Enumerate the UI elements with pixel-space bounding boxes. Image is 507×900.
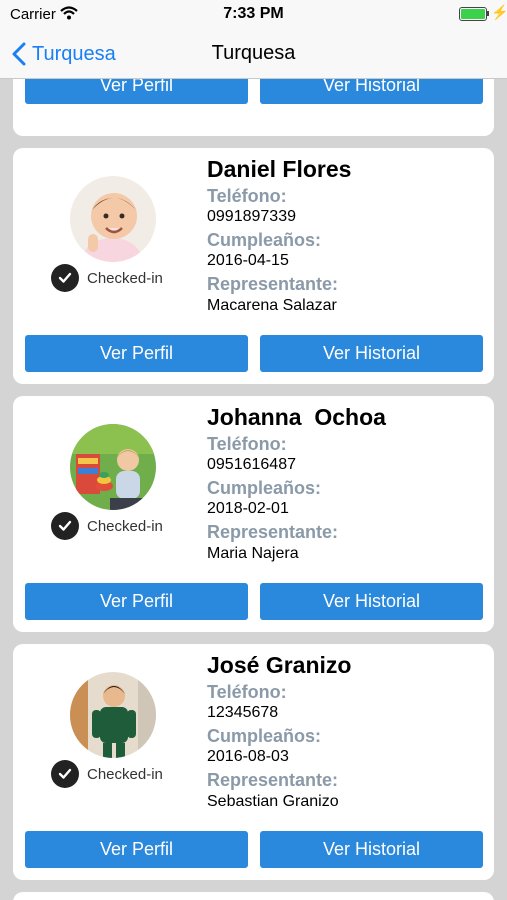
- view-profile-button[interactable]: Ver Perfil: [25, 335, 248, 372]
- student-avatar: [70, 424, 156, 510]
- navigation-bar: Turquesa Turquesa: [0, 30, 507, 79]
- representative-label: Representante:: [207, 274, 339, 294]
- view-history-button[interactable]: Ver Historial: [260, 583, 483, 620]
- view-profile-button[interactable]: Ver Perfil: [25, 583, 248, 620]
- status-bar: Carrier 7:33 PM ⚡: [0, 0, 507, 30]
- checked-in-label: Checked-in: [87, 517, 163, 535]
- battery-nub: [487, 11, 489, 16]
- birthday-label: Cumpleaños:: [207, 726, 322, 746]
- student-avatar: [70, 176, 156, 262]
- student-name: José Granizo: [207, 652, 352, 678]
- view-history-button[interactable]: Ver Historial: [260, 335, 483, 372]
- phone-value: 12345678: [207, 704, 279, 721]
- checkmark-icon: [51, 512, 79, 540]
- checked-in-indicator: Checked-in: [51, 512, 163, 540]
- birthday-label: Cumpleaños:: [207, 230, 322, 250]
- checked-in-indicator: Checked-in: [51, 760, 163, 788]
- student-card-previous: Ver Perfil Ver Historial: [13, 79, 494, 136]
- phone-label: Teléfono:: [207, 434, 287, 454]
- phone-value: 0951616487: [207, 456, 296, 473]
- representative-value: Sebastian Granizo: [207, 793, 339, 810]
- view-history-button[interactable]: Ver Historial: [260, 831, 483, 868]
- birthday-label: Cumpleaños:: [207, 478, 322, 498]
- representative-label: Representante:: [207, 522, 339, 542]
- checked-in-label: Checked-in: [87, 269, 163, 287]
- page-title: Turquesa: [211, 42, 296, 64]
- view-history-button[interactable]: Ver Historial: [260, 79, 483, 104]
- checkmark-icon: [51, 760, 79, 788]
- checkmark-icon: [51, 264, 79, 292]
- phone-value: 0991897339: [207, 208, 296, 225]
- student-name: Daniel Flores: [207, 156, 352, 182]
- representative-label: Representante:: [207, 770, 339, 790]
- battery-icon: [459, 7, 487, 21]
- checked-in-label: Checked-in: [87, 765, 163, 783]
- student-card-next: [13, 892, 494, 900]
- phone-label: Teléfono:: [207, 186, 287, 206]
- birthday-value: 2018-02-01: [207, 500, 289, 517]
- student-avatar: [70, 672, 156, 758]
- view-profile-button[interactable]: Ver Perfil: [25, 79, 248, 104]
- charging-bolt-icon: ⚡: [491, 4, 507, 20]
- student-card: Checked-in José Granizo Teléfono: 123456…: [13, 644, 494, 880]
- status-time: 7:33 PM: [223, 5, 284, 22]
- representative-value: Maria Najera: [207, 545, 299, 562]
- student-card: Checked-in Johanna Ochoa Teléfono: 09516…: [13, 396, 494, 632]
- student-name: Johanna Ochoa: [207, 404, 386, 430]
- phone-label: Teléfono:: [207, 682, 287, 702]
- representative-value: Macarena Salazar: [207, 297, 337, 314]
- view-profile-button[interactable]: Ver Perfil: [25, 831, 248, 868]
- birthday-value: 2016-08-03: [207, 748, 289, 765]
- student-list[interactable]: Ver Perfil Ver Historial Checked-in Dani…: [0, 79, 507, 900]
- student-card: Checked-in Daniel Flores Teléfono: 09918…: [13, 148, 494, 384]
- checked-in-indicator: Checked-in: [51, 264, 163, 292]
- birthday-value: 2016-04-15: [207, 252, 289, 269]
